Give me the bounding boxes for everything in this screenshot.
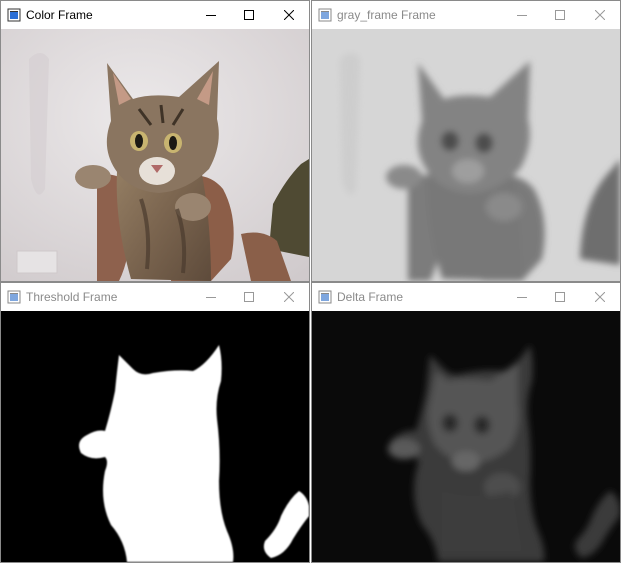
gray-frame-image [312,29,620,281]
close-button[interactable] [269,283,309,311]
minimize-icon [206,297,216,298]
opencv-window-icon [7,290,21,304]
titlebar[interactable]: Delta Frame [312,283,620,311]
close-button[interactable] [580,283,620,311]
window-title: Delta Frame [337,290,404,304]
window-title: Threshold Frame [26,290,118,304]
opencv-window-icon [7,8,21,22]
close-icon [595,10,605,20]
maximize-icon [244,10,254,20]
minimize-icon [517,15,527,16]
window-title: Color Frame [26,8,93,22]
maximize-icon [244,292,254,302]
maximize-icon [555,292,565,302]
minimize-button[interactable] [502,1,542,29]
close-icon [595,292,605,302]
maximize-icon [555,10,565,20]
opencv-window-icon [318,290,332,304]
minimize-button[interactable] [502,283,542,311]
color-frame-image [1,29,309,281]
opencv-window-icon [318,8,332,22]
window-delta-frame[interactable]: Delta Frame [311,282,621,563]
titlebar[interactable]: gray_frame Frame [312,1,620,29]
maximize-button[interactable] [540,1,580,29]
close-button[interactable] [580,1,620,29]
minimize-icon [206,15,216,16]
maximize-button[interactable] [229,1,269,29]
maximize-button[interactable] [229,283,269,311]
close-icon [284,292,294,302]
minimize-icon [517,297,527,298]
window-title: gray_frame Frame [337,8,436,22]
titlebar[interactable]: Threshold Frame [1,283,309,311]
minimize-button[interactable] [191,1,231,29]
window-threshold-frame[interactable]: Threshold Frame [0,282,310,563]
threshold-frame-image [1,311,309,562]
delta-frame-image [312,311,620,562]
minimize-button[interactable] [191,283,231,311]
close-button[interactable] [269,1,309,29]
close-icon [284,10,294,20]
window-gray-frame[interactable]: gray_frame Frame [311,0,621,282]
titlebar[interactable]: Color Frame [1,1,309,29]
maximize-button[interactable] [540,283,580,311]
window-color-frame[interactable]: Color Frame [0,0,310,282]
